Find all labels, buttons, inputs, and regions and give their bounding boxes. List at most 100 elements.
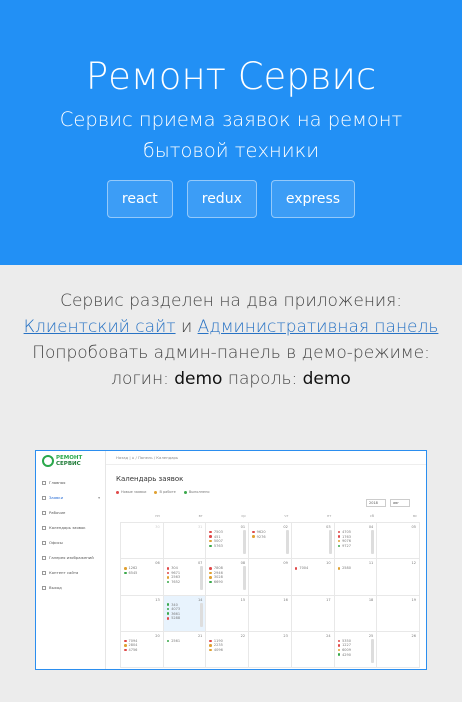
day-number: 21 [197,633,203,638]
order-entry: 4290 [338,653,351,658]
order-entry: 5288 [167,616,180,621]
calendar-day: 03 [291,523,335,560]
order-list: 9620 9276 [252,530,266,539]
order-list: 2580 [338,566,351,571]
day-number: 19 [411,597,416,602]
day-number: 03 [326,525,331,529]
menu-item: Контент сайта [36,565,106,580]
calendar-day: 18 [334,595,378,632]
menu-item-label: Контент сайта [49,570,79,575]
weekday-label: пн [155,514,160,518]
logo-ring-icon [42,455,54,467]
menu-item-icon [42,511,46,515]
order-entry: 9727 [338,544,351,549]
menu-item-icon [42,556,46,560]
demo-credentials: логин: demo пароль: demo [0,366,462,392]
menu-item-label: Календарь заявок [49,525,86,530]
day-number: 06 [155,561,160,566]
day-number: 20 [155,633,160,638]
menu-item: Главная [36,475,106,490]
day-scrollbar [243,530,247,554]
order-list: 7004 [295,566,308,571]
day-number: 26 [411,633,416,638]
order-entry: 9620 [252,530,266,535]
menu-item-icon [42,586,46,590]
calendar-day: 13 [121,595,164,632]
calendar-day: 25 5350 1227 6009 4290 [334,631,378,668]
calendar-day: 19 [377,595,420,632]
calendar-day: 06 1262 6545 [121,559,164,596]
demo-prompt: Попробовать админ-панель в демо-режиме: [32,343,430,363]
login-label: логин: [111,369,169,389]
menu-item-icon [42,526,46,530]
calendar-day: 09 [249,559,292,596]
calendar-grid: 30 31 01 7503 451 5007 5763 02 9620 9276 03 04 4705 1… [120,522,420,668]
tag-express: express [270,180,356,218]
day-number: 02 [283,525,288,529]
day-scrollbar [285,530,289,554]
menu-item-label: Рабочие [49,510,66,515]
menu-item: Галерея изображений [36,550,106,565]
tag-redux: redux [186,180,257,218]
menu-item-label: Выход [49,585,62,590]
page-subtitle: Сервис приема заявок на ремонт бытовой т… [59,108,403,162]
menu-item-label: Офисы [49,540,63,545]
client-site-link[interactable]: Клиентский сайт [24,317,176,337]
logo-line2: СЕРВИС [56,461,81,467]
password-label: пароль: [227,369,298,389]
admin-topbar: Назад | ⌂ / Панель / Календарь [106,451,426,465]
day-number: 04 [368,525,374,529]
day-number: 23 [283,633,288,638]
order-entry: 5763 [209,544,223,549]
menu-item: Календарь заявок [36,520,106,535]
day-scrollbar [371,638,375,663]
order-entry: 6009 [338,648,351,653]
calendar-legend: Новые заявки В работе Выполнено [116,490,210,494]
tag-react: react [106,180,173,218]
hero-banner: Ремонт Сервис Сервис приема заявок на ре… [0,0,462,265]
menu-item-label: Главная [49,480,66,485]
menu-item-icon [42,496,46,500]
order-entry: 6690 [209,580,223,585]
day-number: 10 [326,561,331,566]
day-scrollbar [200,602,204,627]
day-scrollbar [371,530,375,554]
calendar-day: 31 [163,523,207,560]
day-number: 22 [240,633,246,638]
calendar-day: 11 2580 [334,559,378,596]
menu-item-label: Галерея изображений [49,555,94,560]
day-number: 09 [283,561,288,566]
order-list: 5350 1227 6009 4290 [338,639,351,657]
day-number: 01 [240,525,246,529]
password-value: demo [302,369,351,389]
day-scrollbar [200,566,204,591]
day-scrollbar [328,530,332,554]
apps-links: Клиентский сайт и Административная панел… [0,314,462,340]
menu-item-icon [42,481,46,485]
project-info: Сервис разделен на два приложения: Клиен… [0,288,462,392]
legend-item: Выполнено [184,490,210,494]
weekday-label: ср [241,514,246,518]
order-entry: 4073 [167,607,180,612]
calendar-day: 10 7004 [291,559,335,596]
order-entry: 7004 [295,566,308,571]
admin-panel-link[interactable]: Административная панель [198,317,439,337]
menu-item: Рабочие [36,505,106,520]
calendar-day: 16 [249,595,292,632]
weekday-label: чт [284,514,289,518]
calendar-day: 05 [377,523,420,560]
year-select: 2018 [366,499,386,507]
calendar-day: 24 [291,631,335,668]
order-entry: 4756 [124,648,138,653]
day-number: 07 [197,561,203,566]
calendar-day: 14 340 4073 3661 5288 [163,595,207,632]
chevron-down-icon: ▾ [98,495,100,500]
login-value: demo [174,369,223,389]
day-number: 18 [368,597,374,602]
admin-sidebar: РЕМОНТ СЕРВИС Главная Заявки ▾ Рабочие Кален… [36,451,106,669]
admin-menu: Главная Заявки ▾ Рабочие Календарь заявок Офи… [36,475,106,595]
order-list: 340 4073 3661 5288 [167,603,180,621]
day-number: 16 [283,597,288,602]
order-entry: 2580 [338,566,351,571]
order-list: 7808 2946 3028 6690 [209,566,223,585]
